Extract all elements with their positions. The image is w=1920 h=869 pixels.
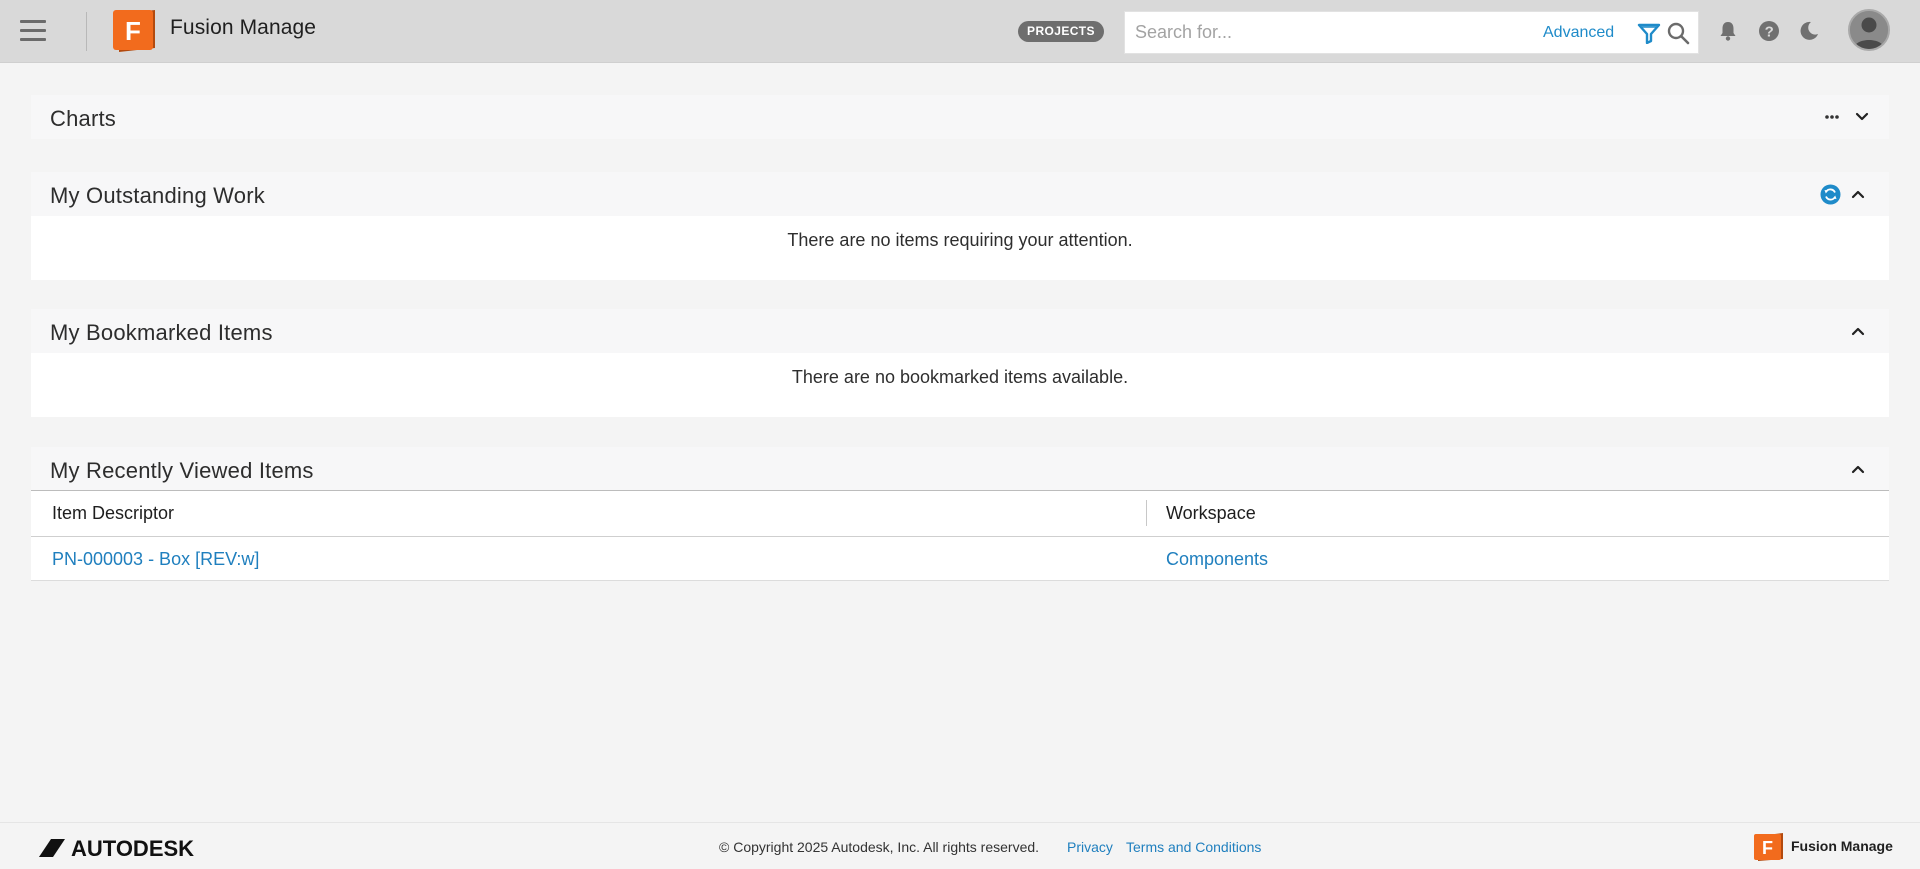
- more-options-icon[interactable]: [1823, 113, 1841, 121]
- autodesk-logo[interactable]: AUTODESK: [37, 835, 237, 859]
- charts-panel: Charts: [31, 95, 1889, 139]
- column-resize-handle[interactable]: [1146, 500, 1147, 526]
- search-icon[interactable]: [1666, 21, 1690, 45]
- outstanding-work-panel: My Outstanding Work There are no items r…: [31, 172, 1889, 280]
- recently-viewed-table: Item Descriptor Workspace PN-000003 - Bo…: [31, 491, 1889, 581]
- chevron-down-icon[interactable]: [1854, 109, 1870, 125]
- table-row: PN-000003 - Box [REV:w] Components: [31, 537, 1889, 581]
- charts-title: Charts: [50, 106, 116, 131]
- chevron-up-icon[interactable]: [1850, 323, 1866, 339]
- filter-icon[interactable]: [1637, 22, 1661, 44]
- chevron-up-icon[interactable]: [1850, 186, 1866, 202]
- search-input[interactable]: [1135, 12, 1525, 53]
- bookmarked-items-empty-message: There are no bookmarked items available.: [31, 353, 1889, 417]
- column-header-workspace[interactable]: Workspace: [1166, 503, 1256, 524]
- copyright-text: © Copyright 2025 Autodesk, Inc. All righ…: [719, 839, 1040, 855]
- logo-letter: F: [125, 16, 141, 46]
- avatar[interactable]: [1848, 9, 1890, 51]
- moon-icon[interactable]: [1797, 19, 1821, 43]
- column-header-item-descriptor[interactable]: Item Descriptor: [52, 503, 174, 524]
- outstanding-work-title: My Outstanding Work: [50, 183, 265, 208]
- footer-logo-letter: F: [1762, 838, 1773, 858]
- projects-badge[interactable]: PROJECTS: [1018, 21, 1104, 42]
- user-silhouette-icon: [1850, 11, 1888, 49]
- footer: AUTODESK © Copyright 2025 Autodesk, Inc.…: [0, 822, 1920, 869]
- bookmarked-items-header[interactable]: My Bookmarked Items: [31, 309, 1889, 353]
- outstanding-work-header[interactable]: My Outstanding Work: [31, 172, 1889, 216]
- footer-brand-name: Fusion Manage: [1791, 838, 1893, 854]
- bell-icon[interactable]: [1716, 19, 1740, 43]
- bookmarked-items-title: My Bookmarked Items: [50, 320, 273, 345]
- fusion-manage-logo[interactable]: F: [111, 8, 159, 54]
- search-box: Advanced: [1124, 11, 1699, 54]
- outstanding-work-empty-message: There are no items requiring your attent…: [31, 216, 1889, 280]
- svg-text:?: ?: [1765, 24, 1774, 41]
- help-icon[interactable]: ?: [1757, 19, 1781, 43]
- recently-viewed-title: My Recently Viewed Items: [50, 458, 314, 483]
- advanced-search-link[interactable]: Advanced: [1543, 24, 1614, 42]
- refresh-icon[interactable]: [1820, 184, 1841, 205]
- workspace-link[interactable]: Components: [1166, 549, 1268, 570]
- app-name[interactable]: Fusion Manage: [170, 16, 316, 40]
- recently-viewed-header[interactable]: My Recently Viewed Items: [31, 447, 1889, 491]
- bookmarked-items-panel: My Bookmarked Items There are no bookmar…: [31, 309, 1889, 417]
- item-descriptor-link[interactable]: PN-000003 - Box [REV:w]: [52, 549, 259, 570]
- top-bar: F Fusion Manage PROJECTS Advanced ?: [0, 0, 1920, 63]
- terms-link[interactable]: Terms and Conditions: [1126, 839, 1261, 855]
- header-divider: [86, 12, 87, 51]
- autodesk-wordmark: AUTODESK: [71, 836, 194, 859]
- charts-panel-header[interactable]: Charts: [31, 95, 1889, 139]
- fusion-manage-footer-logo: F: [1754, 833, 1783, 861]
- table-header: Item Descriptor Workspace: [31, 491, 1889, 537]
- recently-viewed-panel: My Recently Viewed Items Item Descriptor…: [31, 447, 1889, 581]
- chevron-up-icon[interactable]: [1850, 461, 1866, 477]
- menu-icon[interactable]: [20, 20, 46, 42]
- privacy-link[interactable]: Privacy: [1067, 839, 1113, 855]
